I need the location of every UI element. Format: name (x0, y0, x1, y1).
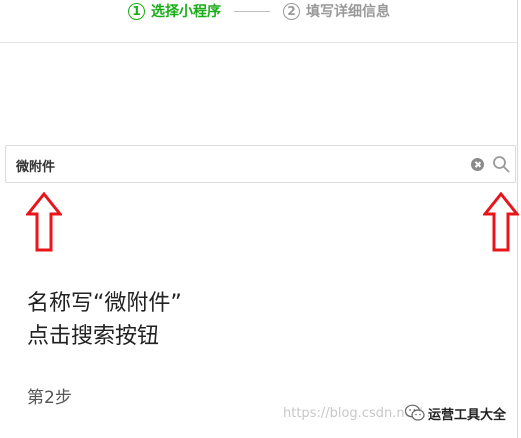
step-1-number: 1 (128, 2, 145, 20)
step-2-number: 2 (283, 2, 300, 20)
clear-icon[interactable] (471, 158, 484, 171)
channel-name: 运营工具大全 (428, 408, 507, 423)
search-value[interactable]: 微附件 (16, 156, 55, 175)
instruction-line-2: 点击搜索按钮 (27, 324, 160, 349)
step-2[interactable]: 2 填写详细信息 (283, 1, 390, 21)
step-connector (234, 11, 270, 12)
step-1[interactable]: 1 选择小程序 (128, 1, 221, 21)
search-icon[interactable] (492, 155, 510, 173)
wechat-icon (404, 404, 425, 421)
instruction-line-1: 名称写“微附件” (27, 291, 182, 316)
step-1-label: 选择小程序 (151, 4, 221, 20)
arrow-up-icon (483, 192, 519, 252)
arrow-up-icon (26, 192, 62, 252)
stepper: 1 选择小程序 2 填写详细信息 (0, 0, 517, 43)
step-2-label: 填写详细信息 (306, 4, 390, 20)
step-number-label: 第2步 (27, 388, 72, 408)
instruction-caption: 名称写“微附件” 点击搜索按钮 (27, 287, 182, 353)
search-input[interactable]: 微附件 (5, 145, 516, 183)
